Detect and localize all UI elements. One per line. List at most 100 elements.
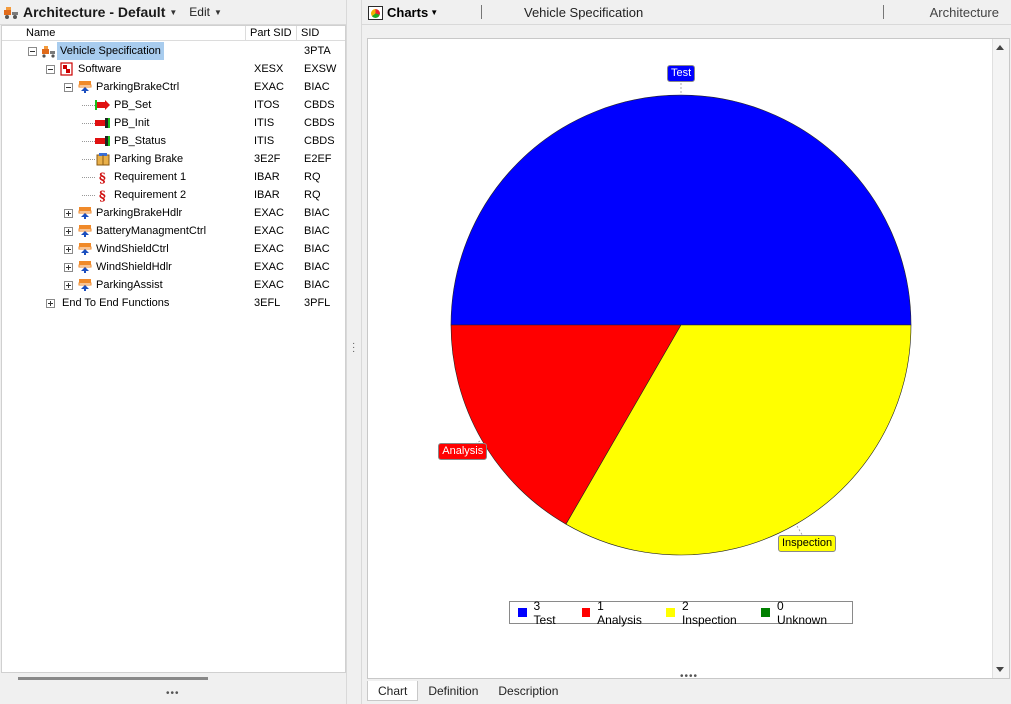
part-sid-cell: 3EFL	[254, 297, 281, 309]
tab-description[interactable]: Description	[488, 681, 568, 701]
collapse-icon[interactable]	[28, 46, 37, 56]
tree-node[interactable]: Parking Brake	[82, 150, 183, 168]
requirement-icon: §	[95, 170, 111, 184]
tree-node[interactable]: ParkingBrakeHdlr	[64, 204, 182, 222]
expand-icon[interactable]	[64, 244, 73, 254]
resize-grip-icon[interactable]: •••	[166, 688, 180, 699]
tree-row[interactable]: End To End Functions 3EFL 3PFL	[2, 294, 345, 312]
collapse-icon[interactable]	[64, 82, 73, 92]
tree-node-label[interactable]: PB_Init	[111, 114, 149, 132]
edit-menu[interactable]: Edit	[189, 5, 210, 19]
charts-toolbar: Charts ▼ Vehicle Specification Architect…	[362, 0, 1011, 25]
legend-item: 1 Analysis	[581, 599, 649, 627]
tree-node[interactable]: § Requirement 2	[82, 186, 186, 204]
sid-cell: 3PTA	[304, 45, 331, 57]
tree-node-label[interactable]: Vehicle Specification	[57, 42, 164, 60]
sid-cell: CBDS	[304, 135, 335, 147]
tree-row[interactable]: PB_Status ITIS CBDS	[2, 132, 345, 150]
tree-row[interactable]: Vehicle Specification 3PTA	[2, 42, 345, 60]
tree-node[interactable]: BatteryManagmentCtrl	[64, 222, 206, 240]
pie-slice-test[interactable]	[450, 94, 912, 326]
splitter-grip-icon[interactable]: · · ·	[352, 339, 355, 357]
tree-node-label[interactable]: PB_Set	[111, 96, 151, 114]
tree-header: Name Part SID SID	[2, 26, 345, 41]
tree-row[interactable]: WindShieldCtrl EXAC BIAC	[2, 240, 345, 258]
scroll-up-icon[interactable]	[996, 45, 1004, 50]
chart-canvas: Test Analysis Inspection 3 Test 1 Analysis 2…	[367, 38, 1010, 679]
charts-dropdown-icon[interactable]: ▼	[430, 8, 438, 17]
expand-icon[interactable]	[64, 262, 73, 272]
part-sid-cell: ITIS	[254, 135, 275, 147]
tab-chart[interactable]: Chart	[367, 681, 419, 701]
charts-menu-label[interactable]: Charts	[387, 5, 428, 20]
tree-node[interactable]: Software	[46, 60, 121, 78]
tree-node-label[interactable]: Parking Brake	[111, 150, 183, 168]
tree-node[interactable]: ParkingBrakeCtrl	[64, 78, 179, 96]
tree-row[interactable]: ParkingAssist EXAC BIAC	[2, 276, 345, 294]
column-header-name[interactable]: Name	[2, 26, 246, 40]
requirement-icon: §	[95, 188, 111, 202]
tree-row[interactable]: PB_Set ITOS CBDS	[2, 96, 345, 114]
expand-icon[interactable]	[64, 208, 73, 218]
part-sid-cell: EXAC	[254, 243, 284, 255]
tree-row[interactable]: ParkingBrakeHdlr EXAC BIAC	[2, 204, 345, 222]
tree-connector	[82, 158, 95, 160]
resize-grip-icon[interactable]: ••••	[680, 671, 698, 682]
horizontal-scrollbar[interactable]	[18, 677, 208, 680]
tree-node[interactable]: PB_Status	[82, 132, 166, 150]
tree-node[interactable]: PB_Init	[82, 114, 149, 132]
software-icon	[59, 62, 75, 76]
tree-row[interactable]: ParkingBrakeCtrl EXAC BIAC	[2, 78, 345, 96]
vehicle-spec-icon	[41, 44, 57, 58]
edit-dropdown-icon[interactable]: ▼	[214, 8, 222, 17]
tree-node[interactable]: PB_Set	[82, 96, 151, 114]
tree-node-label[interactable]: Requirement 2	[111, 186, 186, 204]
tree-row[interactable]: § Requirement 2 IBAR RQ	[2, 186, 345, 204]
tree-node-label[interactable]: WindShieldHdlr	[93, 258, 172, 276]
tree-row[interactable]: Parking Brake 3E2F E2EF	[2, 150, 345, 168]
tree-node-label[interactable]: ParkingAssist	[93, 276, 163, 294]
toolbar-separator	[883, 5, 884, 19]
column-header-sid[interactable]: SID	[297, 26, 345, 40]
expand-icon[interactable]	[46, 298, 55, 308]
tree-node[interactable]: Vehicle Specification	[28, 42, 164, 60]
tree-node[interactable]: ParkingAssist	[64, 276, 163, 294]
vertical-scrollbar[interactable]	[992, 39, 1009, 678]
tree-node-label[interactable]: Software	[75, 60, 121, 78]
pane-splitter[interactable]: · · ·	[347, 0, 361, 704]
part-sid-cell: ITOS	[254, 99, 280, 111]
pie-label-test: Test	[667, 64, 696, 82]
tree-node-label[interactable]: BatteryManagmentCtrl	[93, 222, 206, 240]
tree-node-label[interactable]: End To End Functions	[59, 294, 169, 312]
tree-row[interactable]: Software XESX EXSW	[2, 60, 345, 78]
architecture-tree[interactable]: Name Part SID SID Vehicle Specification 3…	[1, 25, 346, 673]
expand-icon[interactable]	[64, 226, 73, 236]
column-header-part-sid[interactable]: Part SID	[246, 26, 297, 40]
tree-node[interactable]: WindShieldHdlr	[64, 258, 172, 276]
tree-row[interactable]: § Requirement 1 IBAR RQ	[2, 168, 345, 186]
sid-cell: 3PFL	[304, 297, 331, 309]
pie-label-analysis: Analysis	[438, 442, 488, 460]
tree-node[interactable]: End To End Functions	[46, 294, 169, 312]
tree-node-label[interactable]: ParkingBrakeCtrl	[93, 78, 179, 96]
legend-swatch	[581, 608, 591, 617]
scroll-down-icon[interactable]	[996, 667, 1004, 672]
tab-definition[interactable]: Definition	[418, 681, 488, 701]
tree-row[interactable]: WindShieldHdlr EXAC BIAC	[2, 258, 345, 276]
title-dropdown-icon[interactable]: ▼	[169, 8, 177, 17]
component-icon	[77, 242, 93, 256]
tree-node-label[interactable]: PB_Status	[111, 132, 166, 150]
tree-row[interactable]: BatteryManagmentCtrl EXAC BIAC	[2, 222, 345, 240]
tree-node[interactable]: WindShieldCtrl	[64, 240, 169, 258]
chart-tabs: Chart Definition Description	[367, 681, 568, 701]
tree-node-label[interactable]: ParkingBrakeHdlr	[93, 204, 182, 222]
charts-menu[interactable]: Charts ▼	[368, 5, 438, 20]
tree-node-label[interactable]: WindShieldCtrl	[93, 240, 169, 258]
tree-node-label[interactable]: Requirement 1	[111, 168, 186, 186]
expand-icon[interactable]	[64, 280, 73, 290]
sid-cell: RQ	[304, 189, 321, 201]
pane-title[interactable]: Architecture - Default	[23, 4, 165, 20]
tree-node[interactable]: § Requirement 1	[82, 168, 186, 186]
tree-row[interactable]: PB_Init ITIS CBDS	[2, 114, 345, 132]
collapse-icon[interactable]	[46, 64, 55, 74]
